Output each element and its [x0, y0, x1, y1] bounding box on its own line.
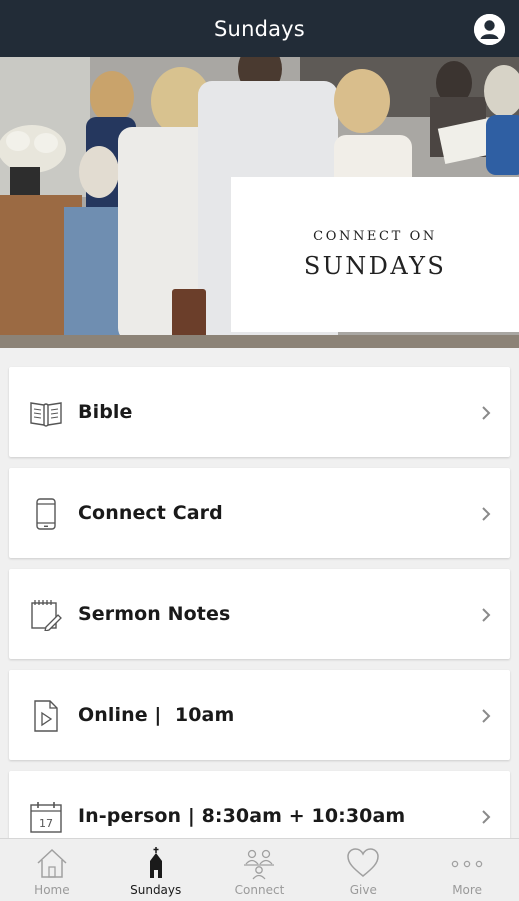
menu-item-label: Online | 10am: [78, 704, 235, 726]
tab-label: Sundays: [130, 883, 182, 897]
heart-icon: [347, 848, 380, 877]
menu-item-online[interactable]: Online | 10am: [9, 670, 510, 760]
tab-home[interactable]: Home: [0, 839, 104, 901]
phone-icon: [36, 498, 56, 530]
chevron-right-icon: [482, 507, 491, 521]
tab-sundays[interactable]: Sundays: [104, 839, 208, 901]
chevron-right-icon: [482, 810, 491, 824]
hero-title: SUNDAYS: [303, 252, 447, 280]
tab-more[interactable]: More: [415, 839, 519, 901]
tab-label: Give: [349, 883, 377, 897]
menu-item-connect-card[interactable]: Connect Card: [9, 468, 510, 558]
tab-label: Connect: [234, 883, 285, 897]
open-book-icon: [30, 402, 62, 427]
menu-item-label: Connect Card: [78, 502, 223, 524]
tab-label: More: [452, 883, 482, 897]
home-icon: [37, 848, 67, 878]
user-circle-icon: [474, 14, 505, 45]
church-icon: [149, 847, 162, 878]
menu-item-label: Bible: [78, 401, 133, 423]
page-title: Sundays: [214, 16, 305, 41]
hero-banner[interactable]: CONNECT ON SUNDAYS: [0, 57, 519, 348]
calendar-icon: 17: [30, 802, 62, 833]
more-icon: [451, 860, 483, 868]
tab-connect[interactable]: Connect: [208, 839, 312, 901]
top-bar: Sundays: [0, 0, 519, 57]
chevron-right-icon: [482, 608, 491, 622]
menu-item-bible[interactable]: Bible: [9, 367, 510, 457]
bottom-tab-bar: Home Sundays Connect Give More: [0, 838, 519, 901]
hero-subtitle: CONNECT ON: [313, 229, 437, 244]
hero-card: CONNECT ON SUNDAYS: [231, 177, 519, 332]
notepad-icon: [31, 600, 62, 631]
menu-item-label: In-person | 8:30am + 10:30am: [78, 805, 406, 827]
svg-text:17: 17: [39, 817, 53, 830]
video-file-icon: [34, 700, 58, 732]
chevron-right-icon: [482, 709, 491, 723]
menu-item-label: Sermon Notes: [78, 603, 231, 625]
profile-button[interactable]: [474, 14, 505, 45]
tab-label: Home: [34, 883, 70, 897]
people-icon: [244, 849, 275, 880]
menu-item-sermon-notes[interactable]: Sermon Notes: [9, 569, 510, 659]
tab-give[interactable]: Give: [311, 839, 415, 901]
chevron-right-icon: [482, 406, 491, 420]
